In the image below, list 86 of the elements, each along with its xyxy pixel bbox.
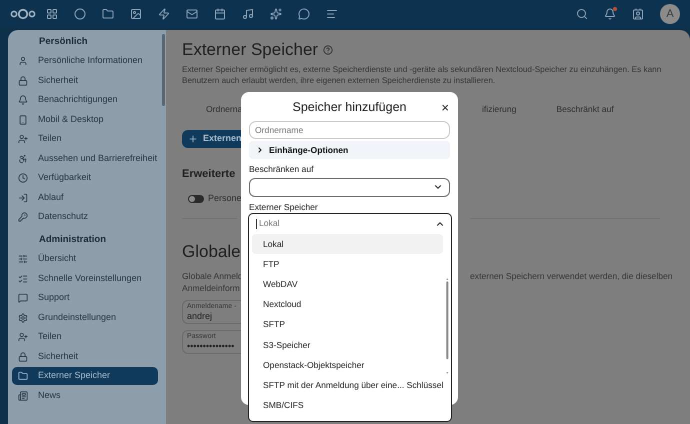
arrow-into-box-icon — [18, 192, 28, 202]
folder-name-field[interactable]: Ordnername — [249, 121, 450, 139]
plus-icon — [188, 134, 198, 144]
help-icon[interactable] — [323, 45, 334, 55]
gear-icon — [18, 312, 28, 322]
scrollbar — [162, 34, 165, 106]
dialog-title: Speicher hinzufügen — [292, 98, 406, 116]
dropdown-option[interactable]: SFTP mit der Anmeldung über eine... Schlüssel — [252, 375, 444, 396]
phone-icon — [18, 114, 28, 124]
sidebar-item[interactable]: Persönliche Informationen — [12, 52, 158, 70]
sparkle-icon[interactable] — [270, 8, 282, 20]
section-heading: Administration — [38, 233, 108, 247]
sidebar-item[interactable]: Verfügbarkeit — [12, 169, 158, 187]
music-icon[interactable] — [242, 8, 254, 20]
image-icon[interactable] — [130, 8, 142, 20]
sliders-icon — [18, 254, 28, 264]
avatar[interactable]: A — [660, 4, 680, 24]
column-header: Ordnerna — [206, 104, 242, 114]
dropdown-option[interactable]: SMB/CIFS — [252, 396, 444, 416]
dropdown-option[interactable]: Nextcloud — [252, 294, 444, 315]
sidebar-item[interactable]: Aussehen und Barrierefreiheit — [12, 150, 158, 168]
search-icon[interactable] — [576, 8, 588, 20]
calendar-icon[interactable] — [214, 8, 226, 20]
sidebar-item[interactable]: Übersicht — [12, 250, 158, 268]
column-header: ifizierung — [482, 103, 516, 116]
grid-icon[interactable] — [46, 8, 58, 20]
dropdown-option[interactable]: Openstack-Objektspeicher — [252, 355, 444, 376]
sidebar-item[interactable]: Support — [12, 289, 158, 307]
section-heading: Persönlich — [38, 35, 89, 49]
folder-icon — [18, 371, 28, 381]
restrict-select[interactable] — [249, 178, 450, 197]
close-button[interactable]: × — [440, 100, 450, 114]
news-icon — [18, 390, 28, 400]
sidebar-item[interactable]: Externer Speicher — [12, 367, 158, 385]
bell-icon[interactable] — [604, 8, 616, 20]
page-title: Externer Speicher — [182, 40, 318, 60]
description-line: externen Speichern verwendet werden, die dieselben — [470, 270, 673, 284]
field-value: andrej — [187, 310, 214, 322]
chat-box-icon — [18, 293, 28, 303]
toggle-switch[interactable] — [188, 195, 204, 204]
sidebar-item[interactable]: Sicherheit — [12, 72, 158, 90]
clock-icon — [18, 173, 28, 183]
sidebar-item[interactable]: Sicherheit — [12, 348, 158, 366]
sidebar-item[interactable]: News — [12, 386, 158, 404]
mount-options-toggle[interactable]: Einhänge-Optionen — [249, 141, 450, 159]
description: Externer Speicher ermöglicht es, externe Speicherdienste und -geräte als sekundären Nextcloud-Speicher zu einzuhängen. Es kann Benutzern auch erlaubt werden, ihre eigenen externen Speicherdienste zu installieren. — [182, 64, 662, 86]
bell-icon — [18, 95, 28, 105]
lock-icon — [18, 352, 28, 362]
accessibility-icon — [18, 154, 28, 164]
sidebar-item[interactable]: Datenschutz — [12, 208, 158, 226]
lightning-icon[interactable] — [158, 8, 170, 20]
folder-icon[interactable] — [102, 8, 114, 20]
dropdown-option[interactable]: S3-Speicher — [252, 334, 444, 356]
section-title: Globale — [182, 240, 241, 263]
lines-icon[interactable] — [326, 8, 338, 20]
chat-bubble-icon[interactable] — [298, 8, 310, 20]
circle-icon[interactable] — [74, 8, 86, 20]
lock-icon — [18, 76, 28, 86]
user-icon — [18, 56, 28, 66]
sidebar-item[interactable]: Ablauf — [12, 188, 158, 206]
field-label: Externer Speicher — [249, 200, 319, 214]
logo-icon[interactable] — [10, 8, 36, 20]
dropdown-option[interactable]: FTP — [252, 254, 444, 274]
toggle-label: Persone — [208, 192, 242, 206]
dropdown-option[interactable]: SFTP — [252, 314, 444, 335]
sidebar-item[interactable]: Grundeinstellungen — [12, 308, 158, 326]
checklist-icon — [18, 274, 28, 284]
chevron-icon — [256, 146, 264, 154]
text-cursor — [256, 218, 257, 228]
sidebar-item[interactable]: Teilen — [12, 130, 158, 148]
sidebar-item[interactable]: Mobil & Desktop — [12, 110, 158, 128]
contacts-icon[interactable] — [632, 8, 644, 20]
field-value: ••••••••••••••• — [187, 340, 236, 352]
column-header: Beschränkt auf — [556, 103, 614, 116]
storage-search-field[interactable]: Lokal — [259, 217, 435, 230]
sidebar-item[interactable]: Benachrichtigungen — [12, 91, 158, 109]
mail-icon[interactable] — [186, 8, 198, 20]
sidebar-item[interactable]: Teilen — [12, 328, 158, 346]
key-icon — [18, 212, 28, 222]
user-plus-icon — [18, 332, 28, 342]
dropdown-option[interactable]: WebDAV — [252, 274, 444, 295]
dropdown-option[interactable]: Lokal — [252, 234, 444, 254]
user-plus-icon — [18, 134, 28, 144]
description-line: Anmeldeinform — [182, 282, 241, 294]
field-label: Beschränken auf — [249, 163, 314, 176]
sidebar-item[interactable]: Schnelle Voreinstellungen — [12, 270, 158, 288]
